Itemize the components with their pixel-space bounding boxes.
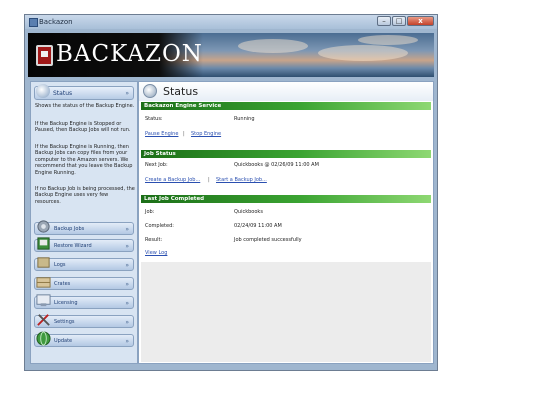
chevron-up-icon[interactable]: » <box>125 90 129 97</box>
settings-icon <box>37 314 50 326</box>
chevron-down-icon: » <box>125 300 129 307</box>
sidebar-header-status[interactable]: Status » <box>34 84 134 100</box>
sidebar-item-logs[interactable]: Logs » <box>34 257 134 271</box>
sidebar-item-label: Update <box>54 338 73 344</box>
sidebar-item-backup-jobs[interactable]: Backup Jobs » <box>34 220 134 235</box>
status-icon <box>36 84 50 98</box>
log-icon <box>37 257 50 268</box>
empty-content-area <box>141 262 431 362</box>
chevron-down-icon: » <box>125 338 129 345</box>
minimize-button[interactable]: – <box>377 16 391 26</box>
completed-label: Completed: <box>145 223 174 229</box>
window-title: Backazon <box>39 18 73 26</box>
chevron-down-icon: » <box>125 243 129 250</box>
next-job-label: Next Job: <box>145 162 168 168</box>
maximize-button[interactable]: □ <box>392 16 406 26</box>
last-job-value: Quickbooks <box>234 209 263 215</box>
globe-icon <box>36 331 51 346</box>
license-icon <box>36 294 51 307</box>
sidebar: Status » Shows the status of the Backup … <box>30 81 138 364</box>
sidebar-item-update[interactable]: Update » <box>34 331 134 347</box>
crate-icon <box>36 277 51 288</box>
app-icon <box>29 18 38 27</box>
link-separator: | <box>208 177 210 183</box>
section-title: Job Status <box>144 151 176 157</box>
sidebar-item-label: Restore Wizard <box>54 243 92 249</box>
start-backup-job-link[interactable]: Start a Backup Job... <box>216 177 267 183</box>
section-header-job-status: Job Status <box>141 150 431 158</box>
header-banner: BACKAZON <box>28 33 434 77</box>
status-description-2: If the Backup Engine is Stopped or Pause… <box>35 121 131 134</box>
view-log-link[interactable]: View Log <box>145 250 167 256</box>
pause-engine-link[interactable]: Pause Engine <box>145 131 178 137</box>
sidebar-item-label: Settings <box>54 319 75 325</box>
main-header: Status <box>139 82 433 101</box>
status-description-1: Shows the status of the Backup Engine. <box>35 103 135 109</box>
app-window: Backazon – □ x BACKAZON Status » Shows t… <box>24 14 438 371</box>
section-header-last-job: Last Job Completed <box>141 195 431 203</box>
link-separator: | <box>183 131 185 137</box>
create-backup-job-link[interactable]: Create a Backup Job... <box>145 177 200 183</box>
brand-logo-text: BACKAZON <box>56 41 203 67</box>
section-header-engine: Backazon Engine Service <box>141 102 431 110</box>
section-title: Last Job Completed <box>144 196 205 202</box>
stop-engine-link[interactable]: Stop Engine <box>191 131 221 137</box>
completed-value: 02/24/09 11:00 AM <box>234 223 282 229</box>
sidebar-item-label: Logs <box>54 262 66 268</box>
chevron-down-icon: » <box>125 262 129 269</box>
close-button[interactable]: x <box>407 16 434 26</box>
section-title: Backazon Engine Service <box>144 103 222 109</box>
chevron-down-icon: » <box>125 281 129 288</box>
sidebar-item-restore-wizard[interactable]: Restore Wizard » <box>34 237 134 252</box>
engine-status-value: Running <box>234 116 255 122</box>
sidebar-item-crates[interactable]: Crates » <box>34 277 134 290</box>
status-description-3: If the Backup Engine is Running, then Ba… <box>35 144 133 176</box>
result-value: Job completed successfully <box>234 237 302 243</box>
page-title: Status <box>163 85 199 98</box>
engine-status-label: Status: <box>145 116 163 122</box>
next-job-value: Quickbooks @ 02/26/09 11:00 AM <box>234 162 319 168</box>
main-panel: Status Backazon Engine Service Status: R… <box>138 81 434 364</box>
sidebar-item-label: Crates <box>54 281 71 287</box>
sidebar-item-settings[interactable]: Settings » <box>34 314 134 328</box>
sidebar-item-licensing[interactable]: Licensing » <box>34 294 134 309</box>
status-icon <box>143 84 157 98</box>
result-label: Result: <box>145 237 163 243</box>
restore-icon <box>37 237 50 250</box>
chevron-down-icon: » <box>125 226 129 233</box>
chevron-down-icon: » <box>125 319 129 326</box>
last-job-label: Job: <box>145 209 155 215</box>
status-description-4: If no Backup Job is being processed, the… <box>35 186 135 205</box>
sidebar-header-label: Status <box>53 90 73 97</box>
title-bar: Backazon – □ x <box>25 15 437 29</box>
sidebar-item-label: Licensing <box>54 300 78 306</box>
backazon-logo-icon <box>36 45 53 66</box>
sidebar-item-label: Backup Jobs <box>54 226 85 232</box>
gear-icon <box>37 220 50 233</box>
